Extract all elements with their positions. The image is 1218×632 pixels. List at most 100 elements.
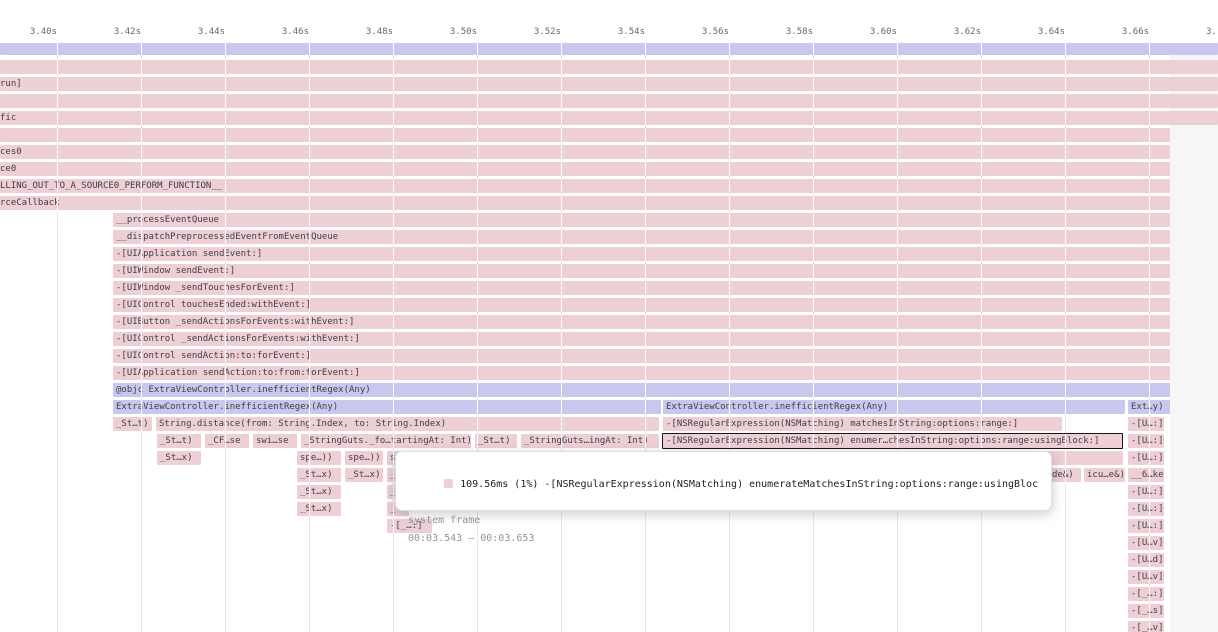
- gridline-tick: [897, 43, 898, 55]
- stack-frame-cell[interactable]: spe…)): [297, 451, 341, 465]
- gridline-tick: [813, 128, 814, 142]
- stack-frame-cell[interactable]: -[U…:]: [1128, 434, 1164, 448]
- stack-frame-cell[interactable]: fic: [0, 111, 1218, 125]
- gridline-tick: [1149, 468, 1150, 482]
- stack-frame-cell[interactable]: String.distance(from: String.Index, to: …: [156, 417, 659, 431]
- stack-frame-cell[interactable]: -[UIControl _sendActionsForEvents:withEv…: [113, 332, 1170, 346]
- stack-frame-cell[interactable]: _CF…se: [205, 434, 249, 448]
- stack-frame-cell[interactable]: [0, 94, 1218, 108]
- stack-frame-cell[interactable]: -[_…s]: [1128, 604, 1164, 618]
- gridline-tick: [393, 366, 394, 380]
- gridline-tick: [645, 213, 646, 227]
- stack-frame-cell[interactable]: -[U…:]: [1128, 502, 1164, 516]
- stack-frame-cell[interactable]: -[_…v]: [1128, 621, 1164, 632]
- stack-frame-cell[interactable]: _StringGuts._fo…tartingAt: Int): [301, 434, 471, 448]
- empty-track-background: [1170, 43, 1218, 632]
- gridline-tick: [477, 417, 478, 431]
- stack-frame-cell[interactable]: ce0: [0, 162, 1170, 176]
- stack-frame-cell[interactable]: rceCallback: [0, 196, 1170, 210]
- gridline-tick: [393, 128, 394, 142]
- stack-frame-cell[interactable]: _St…x): [297, 485, 341, 499]
- stack-frame-cell[interactable]: LLING_OUT_TO_A_SOURCE0_PERFORM_FUNCTION_…: [0, 179, 1170, 193]
- stack-frame-cell[interactable]: _St…x): [297, 502, 341, 516]
- stack-frame-cell[interactable]: -[U…:]: [1128, 451, 1164, 465]
- gridline-tick: [897, 77, 898, 91]
- stack-frame-cell[interactable]: _St…t): [475, 434, 517, 448]
- gridline-tick: [309, 502, 310, 516]
- gridline-tick: [477, 94, 478, 108]
- gridline-tick: [309, 366, 310, 380]
- gridline-tick: [477, 179, 478, 193]
- gridline-tick: [897, 111, 898, 125]
- stack-frame-cell[interactable]: __dispatchPreprocessedEventFromEventQueu…: [113, 230, 1170, 244]
- stack-frame-cell[interactable]: -[UIButton _sendActionsForEvents:withEve…: [113, 315, 1170, 329]
- stack-frame-cell[interactable]: -[U…v]: [1128, 570, 1164, 584]
- stack-frame-cell[interactable]: spe…)): [345, 451, 383, 465]
- stack-frame-cell[interactable]: _StringGuts…ingAt: Int): [521, 434, 659, 448]
- stack-frame-cell[interactable]: -[UIWindow _sendTouchesForEvent:]: [113, 281, 1170, 295]
- gridline-tick: [645, 332, 646, 346]
- stack-frame-cell[interactable]: [0, 128, 1170, 142]
- gridline-tick: [561, 247, 562, 261]
- stack-frame-cell[interactable]: [0, 43, 1218, 55]
- stack-frame-cell[interactable]: -[UIControl touchesEnded:withEvent:]: [113, 298, 1170, 312]
- stack-frame-cell[interactable]: _St…t): [113, 417, 152, 431]
- time-ruler[interactable]: 3.40s3.42s3.44s3.46s3.48s3.50s3.52s3.54s…: [0, 0, 1218, 42]
- stack-frame-cell[interactable]: ces0: [0, 145, 1170, 159]
- gridline-tick: [309, 145, 310, 159]
- stack-frame-cell[interactable]: -[UIApplication sendEvent:]: [113, 247, 1170, 261]
- gridline-tick: [729, 247, 730, 261]
- gridline-tick: [729, 281, 730, 295]
- gridline-tick: [225, 162, 226, 176]
- gridline-tick: [897, 60, 898, 74]
- stack-frame-cell[interactable]: -[UIWindow sendEvent:]: [113, 264, 1170, 278]
- gridline-tick: [1065, 162, 1066, 176]
- gridline-tick: [981, 213, 982, 227]
- gridline-tick: [1149, 128, 1150, 142]
- stack-frame-cell[interactable]: _St…x): [297, 468, 341, 482]
- stack-frame-cell[interactable]: _St…x): [345, 468, 383, 482]
- stack-frame-cell[interactable]: [0, 60, 1218, 74]
- stack-frame-cell[interactable]: __processEventQueue: [113, 213, 1170, 227]
- gridline-tick: [309, 230, 310, 244]
- gridline-tick: [897, 128, 898, 142]
- gridline-tick: [309, 451, 310, 465]
- stack-frame-cell[interactable]: -[U…:]: [1128, 485, 1164, 499]
- gridline-tick: [477, 349, 478, 363]
- ruler-tick-label: 3.62s: [954, 27, 981, 38]
- gridline-tick: [309, 315, 310, 329]
- gridline-tick: [897, 247, 898, 261]
- stack-frame-cell[interactable]: @objc ExtraViewController.inefficientReg…: [113, 383, 1170, 397]
- gridline-tick: [561, 383, 562, 397]
- ruler-tick-label: 3.58s: [786, 27, 813, 38]
- gridline-tick: [645, 281, 646, 295]
- gridline-tick: [897, 400, 898, 414]
- stack-frame-cell[interactable]: -[U…:]: [1128, 519, 1164, 533]
- gridline-tick: [57, 77, 58, 91]
- gridline-tick: [813, 230, 814, 244]
- stack-frame-cell[interactable]: _St…x): [157, 451, 201, 465]
- stack-frame-cell[interactable]: -[NSRegularExpression(NSMatching) matche…: [663, 417, 1062, 431]
- stack-frame-cell[interactable]: -[U…v]: [1128, 536, 1164, 550]
- stack-frame-cell[interactable]: __6…ke: [1128, 468, 1164, 482]
- stack-frame-cell[interactable]: icu…e&): [1084, 468, 1125, 482]
- stack-frame-cell[interactable]: swi…se: [253, 434, 297, 448]
- stack-frame-cell[interactable]: ExtraViewController.inefficientRegex(Any…: [663, 400, 1125, 414]
- stack-frame-cell[interactable]: ExtraViewController.inefficientRegex(Any…: [113, 400, 661, 414]
- gridline-tick: [477, 332, 478, 346]
- gridline-tick: [477, 434, 478, 448]
- gridline-tick: [813, 264, 814, 278]
- stack-frame-cell[interactable]: -[U…d]: [1128, 553, 1164, 567]
- stack-frame-cell[interactable]: _St…t): [157, 434, 201, 448]
- stack-frame-cell[interactable]: -[UIApplication sendAction:to:from:forEv…: [113, 366, 1170, 380]
- gridline-tick: [897, 145, 898, 159]
- stack-frame-cell[interactable]: -[UIControl sendAction:to:forEvent:]: [113, 349, 1170, 363]
- gridline-tick: [393, 111, 394, 125]
- gridline-tick: [981, 366, 982, 380]
- ruler-tick-label: 3.66s: [1122, 27, 1149, 38]
- stack-frame-cell[interactable]: run]: [0, 77, 1218, 91]
- gridline-tick: [981, 417, 982, 431]
- stack-frame-cell[interactable]: -[U…:]: [1128, 417, 1164, 431]
- gridline-tick: [729, 366, 730, 380]
- stack-frame-cell[interactable]: -[_…:]: [1128, 587, 1164, 601]
